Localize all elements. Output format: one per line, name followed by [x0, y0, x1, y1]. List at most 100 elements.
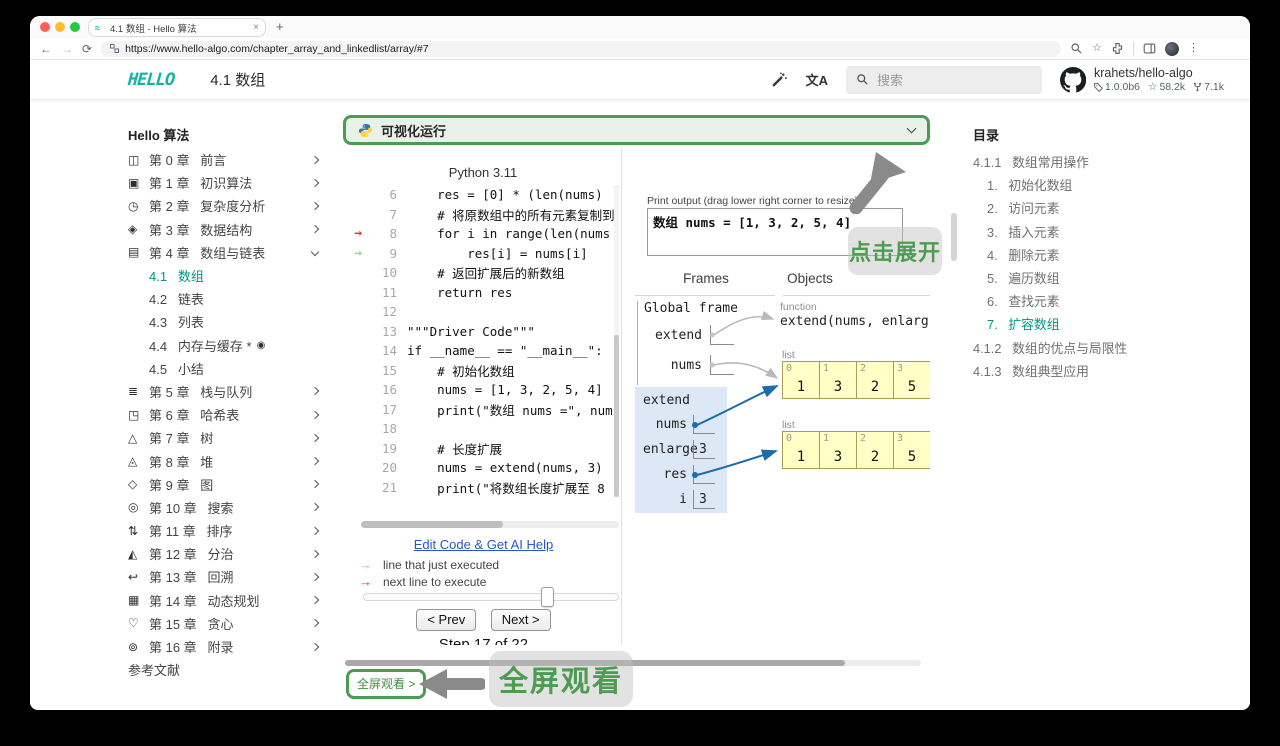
language-switch-icon[interactable]: 文A — [806, 70, 828, 89]
toc-item[interactable]: 1. 初始化数组 — [973, 173, 1178, 196]
sidebar-chapter-item[interactable]: ◳ 第 6 章 哈希表 — [128, 403, 324, 426]
content-scrollbar-thumb[interactable] — [951, 213, 957, 261]
code-line[interactable]: 15 # 初始化数组 — [345, 361, 621, 381]
code-line[interactable]: 13 """Driver Code""" — [345, 322, 621, 342]
theme-toggle-icon[interactable] — [771, 71, 788, 88]
prev-button[interactable]: < Prev — [416, 609, 477, 631]
toc-item[interactable]: 4. 删除元素 — [973, 243, 1178, 266]
sidebar-chapter-item[interactable]: ≣ 第 5 章 栈与队列 — [128, 380, 324, 403]
extensions-icon[interactable] — [1111, 42, 1124, 55]
chevron-icon — [310, 248, 320, 257]
collapse-chevron-icon[interactable] — [906, 123, 917, 134]
code-horizontal-scrollbar[interactable] — [361, 521, 619, 528]
visual-run-label: 可视化运行 — [381, 123, 447, 139]
sidebar-chapter-item[interactable]: ▦ 第 14 章 动态规划 — [128, 589, 324, 612]
line-number: 18 — [381, 421, 397, 437]
code-line[interactable]: 16 nums = [1, 3, 2, 5, 4] — [345, 380, 621, 400]
code-line[interactable]: → 8 for i in range(len(nums — [345, 224, 621, 244]
toc-item[interactable]: 5. 遍历数组 — [973, 266, 1178, 289]
code-hscroll-thumb[interactable] — [361, 521, 503, 528]
code-line[interactable]: 20 nums = extend(nums, 3) — [345, 458, 621, 478]
toc-item[interactable]: 2. 访问元素 — [973, 196, 1178, 219]
visualization-pane: Print output (drag lower right corner to… — [635, 149, 930, 645]
window-minimize-button[interactable] — [55, 22, 65, 32]
code-line[interactable]: 14 if __name__ == "__main__": — [345, 341, 621, 361]
chapter-icon: ⊚ — [128, 639, 139, 654]
code-line[interactable]: 17 print("数组 nums =", num — [345, 400, 621, 420]
chapter-icon: ◎ — [128, 500, 139, 515]
search-input[interactable]: 搜索 — [845, 65, 1042, 94]
browser-tab[interactable]: ≈ 4.1 数组 - Hello 算法 × — [88, 18, 266, 37]
repo-forks: 7.1k — [1193, 81, 1224, 94]
toc-item[interactable]: 4.1.3 数组典型应用 — [973, 359, 1178, 382]
sidebar-chapter-item[interactable]: ◷ 第 2 章 复杂度分析 — [128, 194, 324, 217]
profile-avatar[interactable] — [1164, 41, 1179, 56]
toc-item[interactable]: 4.1.2 数组的优点与局限性 — [973, 336, 1178, 359]
panel-horizontal-scrollbar[interactable] — [345, 660, 921, 666]
window-close-button[interactable] — [40, 22, 50, 32]
code-line[interactable]: 18 — [345, 419, 621, 439]
hello-algo-logo[interactable]: HELLO — [127, 70, 175, 90]
sidebar-chapter-item[interactable]: ⇅ 第 11 章 排序 — [128, 519, 324, 542]
visual-run-summary[interactable]: 可视化运行 — [343, 115, 930, 145]
code-text: print("数组 nums =", num — [407, 402, 613, 418]
next-button[interactable]: Next > — [490, 609, 551, 631]
sidebar-chapter-item[interactable]: ▤ 第 4 章 数组与链表 — [128, 241, 324, 264]
code-line[interactable]: 6 res = [0] * (len(nums) — [345, 185, 621, 205]
zoom-icon[interactable] — [1070, 42, 1083, 55]
bookmark-star-icon[interactable]: ☆ — [1092, 43, 1102, 54]
forward-icon[interactable]: → — [61, 43, 73, 55]
back-icon[interactable]: ← — [40, 43, 52, 55]
step-slider-thumb[interactable] — [541, 587, 554, 607]
github-repo-link[interactable]: krahets/hello-algo 1.0.0b6 ☆ 58.2k 7.1k — [1059, 66, 1224, 94]
toc-item[interactable]: 7. 扩容数组 — [973, 312, 1178, 335]
sidebar-section-item[interactable]: 4.1 数组 — [128, 264, 324, 287]
sidebar-chapter-item[interactable]: ◎ 第 10 章 搜索 — [128, 496, 324, 519]
toc-item[interactable]: 3. 插入元素 — [973, 220, 1178, 243]
fullscreen-view-link[interactable]: 全屏观看 > — [346, 669, 427, 699]
address-bar[interactable]: https://www.hello-algo.com/chapter_array… — [101, 40, 1062, 57]
sidebar-chapter-item[interactable]: ◫ 第 0 章 前言 — [128, 148, 324, 171]
code-line[interactable]: 12 — [345, 302, 621, 322]
sidebar-chapter-item[interactable]: ♡ 第 15 章 贪心 — [128, 612, 324, 635]
sidebar-chapter-item[interactable]: ◭ 第 12 章 分治 — [128, 542, 324, 565]
tab-close-icon[interactable]: × — [253, 22, 259, 33]
sidebar-section-item[interactable]: 4.5 小结 — [128, 357, 324, 380]
code-line[interactable]: 10 # 返回扩展后的新数组 — [345, 263, 621, 283]
code-vertical-scrollbar[interactable] — [614, 185, 619, 497]
browser-menu-icon[interactable]: ⋮ — [1188, 43, 1199, 54]
python-icon — [358, 123, 373, 137]
sidebar-chapter-item[interactable]: ⊚ 第 16 章 附录 — [128, 635, 324, 658]
window-zoom-button[interactable] — [70, 22, 80, 32]
sidebar-section-item[interactable]: 4.3 列表 — [128, 310, 324, 333]
code-vscroll-thumb[interactable] — [614, 335, 619, 497]
sidebar-chapter-item[interactable]: ▣ 第 1 章 初识算法 — [128, 171, 324, 194]
line-number: 20 — [381, 460, 397, 476]
sidebar-chapter-item[interactable]: ◬ 第 8 章 堆 — [128, 449, 324, 472]
sidebar-references-link[interactable]: 参考文献 — [128, 658, 324, 681]
table-of-contents: 目录 4.1.1 数组常用操作 1. 初始化数组 2. 访问元素 3. 插入元素 4. … — [973, 124, 1178, 382]
code-text: """Driver Code""" — [407, 323, 535, 339]
step-slider[interactable] — [363, 587, 619, 607]
code-line[interactable]: → 9 res[i] = nums[i] — [345, 244, 621, 264]
sidebar-site-title[interactable]: Hello 算法 — [128, 124, 324, 148]
sidebar-chapter-item[interactable]: ◈ 第 3 章 数据结构 — [128, 218, 324, 241]
code-line[interactable]: 21 print("将数组长度扩展至 8 — [345, 478, 621, 498]
frames-divider — [635, 295, 775, 296]
code-line[interactable]: 7 # 将原数组中的所有元素复制到 — [345, 205, 621, 225]
code-line[interactable]: 11 return res — [345, 283, 621, 303]
side-panel-icon[interactable] — [1143, 42, 1156, 55]
sidebar-chapter-item[interactable]: △ 第 7 章 树 — [128, 426, 324, 449]
chapter-icon: △ — [128, 430, 138, 445]
sidebar-section-item[interactable]: 4.2 链表 — [128, 287, 324, 310]
site-info-icon[interactable] — [110, 44, 120, 53]
edit-code-link[interactable]: Edit Code & Get AI Help — [345, 537, 621, 552]
reload-icon[interactable]: ⟳ — [82, 43, 92, 55]
toc-item[interactable]: 6. 查找元素 — [973, 289, 1178, 312]
code-line[interactable]: 19 # 长度扩展 — [345, 439, 621, 459]
toc-item[interactable]: 4.1.1 数组常用操作 — [973, 150, 1178, 173]
sidebar-section-item[interactable]: 4.4 内存与缓存 * ◉ — [128, 334, 324, 357]
sidebar-chapter-item[interactable]: ◇ 第 9 章 图 — [128, 473, 324, 496]
new-tab-button[interactable]: + — [276, 19, 284, 34]
sidebar-chapter-item[interactable]: ↩ 第 13 章 回溯 — [128, 565, 324, 588]
